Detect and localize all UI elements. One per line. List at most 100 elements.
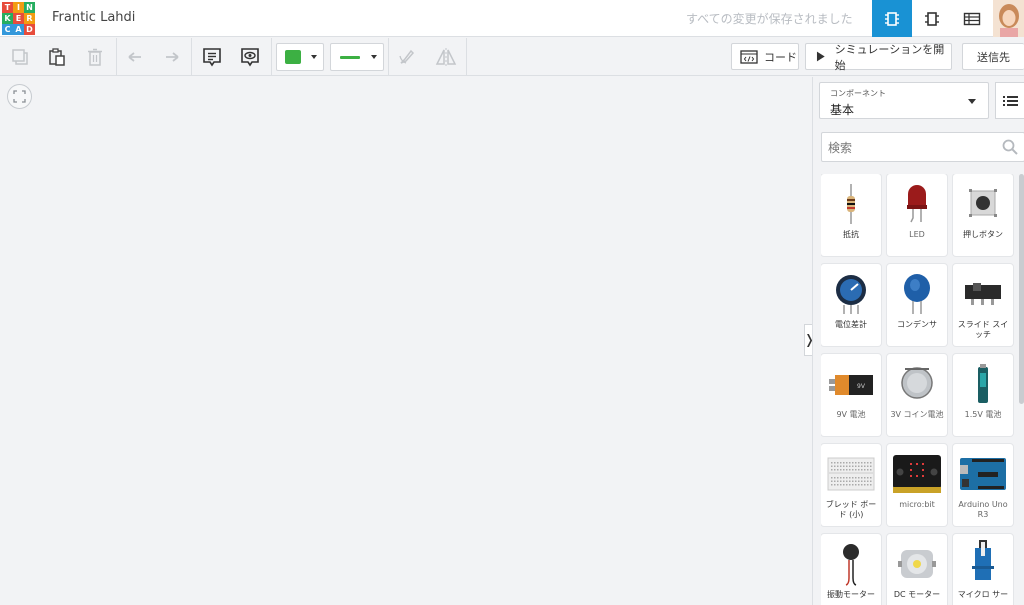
top-bar: TINKERCAD Frantic Lahdi すべての変更が保存されました bbox=[0, 0, 1024, 37]
logo-letter: R bbox=[24, 13, 35, 24]
component-thumbnail bbox=[953, 178, 1013, 230]
component-card[interactable]: 振動モーター bbox=[821, 534, 881, 605]
workplane-canvas[interactable] bbox=[0, 77, 812, 605]
component-card[interactable]: DC モーター bbox=[887, 534, 947, 605]
component-thumbnail bbox=[953, 448, 1013, 500]
component-name: コンデンサ bbox=[897, 320, 937, 329]
component-card[interactable]: 1.5V 電池 bbox=[953, 354, 1013, 436]
component-search bbox=[821, 132, 1024, 162]
logo-letter: E bbox=[13, 13, 24, 24]
component-thumbnail bbox=[821, 448, 881, 500]
code-button[interactable]: コード bbox=[731, 43, 799, 70]
component-card[interactable]: 押しボタン bbox=[953, 174, 1013, 256]
component-thumbnail: 9V bbox=[821, 358, 881, 410]
component-list-view-button[interactable] bbox=[952, 0, 992, 37]
copy-button[interactable] bbox=[8, 45, 32, 69]
note-button[interactable] bbox=[200, 45, 224, 69]
component-card[interactable]: コンデンサ bbox=[887, 264, 947, 346]
note-icon bbox=[203, 48, 221, 67]
components-panel: コンポーネント 基本 抵抗 LED 押しボタン電位差計 コンデンサ スライド スイッチ 9… bbox=[812, 77, 1024, 605]
component-name: 電位差計 bbox=[835, 320, 867, 329]
component-card[interactable]: スライド スイッチ bbox=[953, 264, 1013, 346]
rotate-button[interactable] bbox=[395, 45, 419, 69]
component-card[interactable]: Arduino Uno R3 bbox=[953, 444, 1013, 526]
component-name: ブレッド ボード (小) bbox=[825, 500, 877, 519]
component-thumbnail bbox=[821, 268, 881, 320]
avatar-image bbox=[993, 0, 1024, 37]
logo-letter: T bbox=[2, 2, 13, 13]
color-dropdown[interactable] bbox=[276, 43, 324, 71]
table-icon bbox=[963, 12, 981, 25]
components-value: 基本 bbox=[830, 103, 855, 117]
start-simulation-button[interactable]: シミュレーションを開始 bbox=[805, 42, 952, 72]
delete-button[interactable] bbox=[83, 45, 107, 69]
play-icon bbox=[816, 51, 825, 62]
toolbar: コード シミュレーションを開始 送信先 bbox=[0, 38, 1024, 76]
component-thumbnail bbox=[821, 178, 881, 230]
user-avatar[interactable] bbox=[993, 0, 1024, 37]
component-name: 9V 電池 bbox=[836, 410, 866, 419]
toggle-notes-visibility-button[interactable] bbox=[238, 45, 262, 69]
component-card[interactable]: 電位差計 bbox=[821, 264, 881, 346]
component-card[interactable]: ブレッド ボード (小) bbox=[821, 444, 881, 526]
component-card[interactable]: LED bbox=[887, 174, 947, 256]
save-status: すべての変更が保存されました bbox=[686, 12, 853, 26]
components-category-select[interactable]: コンポーネント 基本 bbox=[819, 82, 989, 119]
component-name: 1.5V 電池 bbox=[964, 410, 1002, 419]
component-card[interactable]: マイクロ サー bbox=[953, 534, 1013, 605]
component-thumbnail bbox=[887, 358, 947, 410]
undo-button[interactable] bbox=[123, 45, 147, 69]
schematic-view-button[interactable] bbox=[912, 0, 952, 37]
tinkercad-logo[interactable]: TINKERCAD bbox=[2, 2, 36, 35]
circuit-view-button[interactable] bbox=[872, 0, 912, 37]
components-label: コンポーネント bbox=[830, 89, 886, 98]
paste-icon bbox=[49, 48, 65, 66]
code-label: コード bbox=[764, 50, 797, 64]
logo-letter: N bbox=[24, 2, 35, 13]
list-view-toggle[interactable] bbox=[995, 82, 1024, 119]
component-card[interactable]: micro:bit bbox=[887, 444, 947, 526]
flip-button[interactable] bbox=[434, 45, 458, 69]
flip-icon bbox=[435, 48, 457, 66]
code-icon bbox=[740, 49, 758, 64]
chevron-down-icon bbox=[968, 99, 976, 104]
component-card[interactable]: 3V コイン電池 bbox=[887, 354, 947, 436]
component-name: micro:bit bbox=[899, 500, 935, 509]
search-icon bbox=[1002, 139, 1018, 155]
copy-icon bbox=[12, 49, 28, 65]
component-card[interactable]: 抵抗 bbox=[821, 174, 881, 256]
component-thumbnail bbox=[887, 448, 947, 500]
logo-letter: I bbox=[13, 2, 24, 13]
project-name[interactable]: Frantic Lahdi bbox=[52, 10, 135, 25]
color-swatch bbox=[285, 50, 301, 64]
component-thumbnail bbox=[821, 538, 881, 590]
list-icon bbox=[1003, 95, 1018, 106]
chevron-down-icon bbox=[311, 55, 317, 59]
redo-button[interactable] bbox=[160, 45, 184, 69]
paste-button[interactable] bbox=[45, 45, 69, 69]
wire-style-icon bbox=[340, 56, 360, 59]
redo-icon bbox=[166, 52, 179, 62]
search-input[interactable] bbox=[828, 139, 998, 157]
component-name: 押しボタン bbox=[963, 230, 1003, 239]
component-name: スライド スイッチ bbox=[957, 320, 1009, 339]
send-to-button[interactable]: 送信先 bbox=[962, 43, 1024, 70]
component-card[interactable]: 9V 9V 電池 bbox=[821, 354, 881, 436]
wire-type-dropdown[interactable] bbox=[330, 43, 384, 71]
svg-text:9V: 9V bbox=[857, 383, 866, 390]
component-thumbnail bbox=[887, 268, 947, 320]
fit-view-button[interactable] bbox=[7, 84, 32, 109]
logo-letter: A bbox=[13, 24, 24, 35]
component-icon bbox=[925, 11, 939, 26]
send-label: 送信先 bbox=[977, 50, 1010, 64]
undo-icon bbox=[128, 52, 141, 62]
component-thumbnail bbox=[887, 178, 947, 230]
component-grid: 抵抗 LED 押しボタン電位差計 コンデンサ スライド スイッチ 9V 9V 電池 3V コイ… bbox=[821, 174, 1017, 605]
trash-icon bbox=[88, 48, 102, 66]
component-thumbnail bbox=[953, 358, 1013, 410]
logo-letter: K bbox=[2, 13, 13, 24]
panel-scrollbar[interactable] bbox=[1019, 174, 1024, 404]
logo-letter: C bbox=[2, 24, 13, 35]
component-name: 振動モーター bbox=[827, 590, 875, 599]
simulate-label: シミュレーションを開始 bbox=[834, 42, 945, 72]
